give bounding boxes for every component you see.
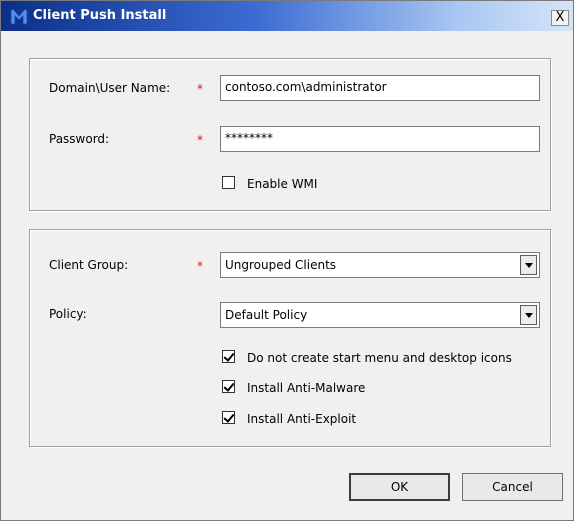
title-bar[interactable]: Client Push Install X xyxy=(1,1,573,31)
malwarebytes-logo-icon xyxy=(10,8,28,25)
enable-wmi-label[interactable]: Enable WMI xyxy=(247,177,317,191)
close-icon: X xyxy=(555,10,565,25)
username-required-marker: * xyxy=(197,82,203,96)
chevron-down-icon[interactable] xyxy=(520,305,537,325)
install-anti-exploit-checkbox[interactable] xyxy=(222,411,235,424)
policy-select[interactable]: Default Policy xyxy=(220,302,540,328)
no-shortcuts-checkbox[interactable] xyxy=(222,350,235,363)
client-group-value: Ungrouped Clients xyxy=(225,258,337,272)
password-required-marker: * xyxy=(197,133,203,147)
client-group-select[interactable]: Ungrouped Clients xyxy=(220,252,540,278)
client-group-required-marker: * xyxy=(197,259,203,273)
ok-button[interactable]: OK xyxy=(349,473,450,501)
install-anti-malware-label[interactable]: Install Anti-Malware xyxy=(247,381,365,395)
install-anti-malware-checkbox[interactable] xyxy=(222,380,235,393)
no-shortcuts-label[interactable]: Do not create start menu and desktop ico… xyxy=(247,351,512,365)
client-group-label: Client Group: xyxy=(49,258,129,272)
password-label: Password: xyxy=(49,132,110,146)
window-title: Client Push Install xyxy=(33,8,167,23)
chevron-down-icon[interactable] xyxy=(520,255,537,275)
username-input[interactable]: contoso.com\administrator xyxy=(220,75,540,101)
install-anti-exploit-label[interactable]: Install Anti-Exploit xyxy=(247,412,356,426)
client-push-install-dialog: Client Push Install X Domain\User Name: … xyxy=(0,0,574,521)
username-label: Domain\User Name: xyxy=(49,81,171,95)
password-input[interactable]: ******** xyxy=(220,126,540,152)
policy-value: Default Policy xyxy=(225,308,308,322)
enable-wmi-checkbox[interactable] xyxy=(222,176,235,189)
cancel-button[interactable]: Cancel xyxy=(462,473,563,501)
close-button[interactable]: X xyxy=(551,10,569,26)
policy-label: Policy: xyxy=(49,307,87,321)
